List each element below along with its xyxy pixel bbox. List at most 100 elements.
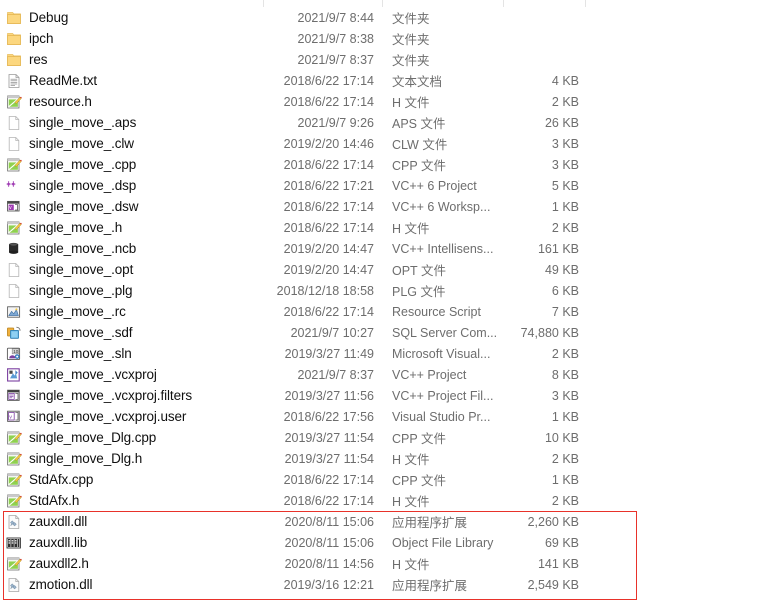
file-row[interactable]: single_move_.clw 2019/2/20 14:46 CLW 文件 3 K… — [0, 133, 758, 154]
file-name-cell[interactable]: single_move_.cpp — [0, 157, 263, 173]
file-name-cell[interactable]: single_move_.vcxproj.filters — [0, 388, 263, 404]
file-name-cell[interactable]: single_move_.h — [0, 220, 263, 236]
file-row[interactable]: single_move_.cpp 2018/6/22 17:14 CPP 文件 3 K… — [0, 154, 758, 175]
lib-icon — [6, 535, 22, 551]
file-size-cell: 3 KB — [551, 157, 579, 172]
file-name-cell[interactable]: ipch — [0, 31, 263, 47]
file-size-cell: 8 KB — [551, 367, 579, 382]
file-name-cell[interactable]: single_move_Dlg.cpp — [0, 430, 263, 446]
file-name-label: single_move_Dlg.cpp — [29, 430, 157, 445]
file-row[interactable]: single_move_.vcxproj.filters 2019/3/27 11… — [0, 385, 758, 406]
file-name-cell[interactable]: single_move_.plg — [0, 283, 263, 299]
file-row[interactable]: single_move_.h 2018/6/22 17:14 H 文件 2 KB — [0, 217, 758, 238]
file-name-cell[interactable]: single_move_.clw — [0, 136, 263, 152]
column-divider-size[interactable] — [585, 0, 586, 7]
file-name-cell[interactable]: zauxdll.dll — [0, 514, 263, 530]
file-name-cell[interactable]: single_move_.aps — [0, 115, 263, 131]
file-row[interactable]: StdAfx.h 2018/6/22 17:14 H 文件 2 KB — [0, 490, 758, 511]
file-name-cell[interactable]: single_move_Dlg.h — [0, 451, 263, 467]
file-type-cell: Visual Studio Pr... — [392, 409, 491, 424]
file-name-cell[interactable]: single_move_.rc — [0, 304, 263, 320]
file-date-cell: 2021/9/7 8:37 — [297, 52, 374, 67]
column-divider-date[interactable] — [382, 0, 383, 7]
file-name-cell[interactable]: single_move_.sdf — [0, 325, 263, 341]
file-row[interactable]: single_move_.plg 2018/12/18 18:58 PLG 文件 6 … — [0, 280, 758, 301]
file-date-cell: 2018/12/18 18:58 — [276, 283, 374, 298]
file-row[interactable]: single_move_.aps 2021/9/7 9:26 APS 文件 26 KB — [0, 112, 758, 133]
file-name-cell[interactable]: resource.h — [0, 94, 263, 110]
file-type-cell: 文件夹 — [392, 54, 430, 68]
file-row[interactable]: single_move_.vcxproj 2021/9/7 8:37 VC++ Pr… — [0, 364, 758, 385]
file-name-cell[interactable]: v single_move_.vcxproj.user — [0, 409, 263, 425]
file-date-cell: 2019/3/27 11:54 — [284, 451, 374, 466]
file-row[interactable]: single_move_.sdf 2021/9/7 10:27 SQL Server… — [0, 322, 758, 343]
file-name-label: ReadMe.txt — [29, 73, 98, 88]
file-row[interactable]: single_move_.rc 2018/6/22 17:14 Resource S… — [0, 301, 758, 322]
file-date-cell: 2018/6/22 17:14 — [283, 199, 374, 214]
file-name-label: single_move_.plg — [29, 283, 133, 298]
file-row[interactable]: StdAfx.cpp 2018/6/22 17:14 CPP 文件 1 KB — [0, 469, 758, 490]
file-name-label: Debug — [29, 10, 69, 25]
file-row[interactable]: ipch 2021/9/7 8:38 文件夹 — [0, 28, 758, 49]
file-name-cell[interactable]: Debug — [0, 10, 263, 26]
file-size-cell: 7 KB — [551, 304, 579, 319]
file-size-cell: 1 KB — [551, 409, 579, 424]
file-row[interactable]: zmotion.dll 2019/3/16 12:21 应用程序扩展 2,549 KB — [0, 574, 758, 595]
file-name-cell[interactable]: 10 single_move_.sln — [0, 346, 263, 362]
source-edit-icon — [6, 157, 22, 173]
file-name-cell[interactable]: single_move_.vcxproj — [0, 367, 263, 383]
folder-icon — [6, 52, 22, 68]
file-row[interactable]: v single_move_.dsw 2018/6/22 17:14 VC++ 6 W… — [0, 196, 758, 217]
file-name-cell[interactable]: zauxdll.lib — [0, 535, 263, 551]
file-row[interactable]: single_move_Dlg.h 2019/3/27 11:54 H 文件 2 KB — [0, 448, 758, 469]
file-row[interactable]: zauxdll.dll 2020/8/11 15:06 应用程序扩展 2,260 KB — [0, 511, 758, 532]
column-divider-type[interactable] — [503, 0, 504, 7]
file-name-cell[interactable]: single_move_.dsp — [0, 178, 263, 194]
file-size-cell: 2,549 KB — [527, 577, 579, 592]
file-row[interactable]: res 2021/9/7 8:37 文件夹 — [0, 49, 758, 70]
file-name-cell[interactable]: v single_move_.dsw — [0, 199, 263, 215]
file-date-cell: 2018/6/22 17:14 — [283, 220, 374, 235]
file-row[interactable]: zauxdll.lib 2020/8/11 15:06 Object File Li… — [0, 532, 758, 553]
source-edit-icon — [6, 472, 22, 488]
file-row[interactable]: 10 single_move_.sln 2019/3/27 11:49 Microso… — [0, 343, 758, 364]
file-type-cell: H 文件 — [392, 222, 430, 236]
file-date-cell: 2019/3/27 11:56 — [284, 388, 374, 403]
file-date-cell: 2021/9/7 8:44 — [297, 10, 374, 25]
column-divider-name[interactable] — [263, 0, 264, 7]
file-name-cell[interactable]: single_move_.ncb — [0, 241, 263, 257]
source-edit-icon — [6, 451, 22, 467]
file-name-label: single_move_.vcxproj.user — [29, 409, 187, 424]
file-type-cell: OPT 文件 — [392, 264, 446, 278]
file-row[interactable]: Debug 2021/9/7 8:44 文件夹 — [0, 7, 758, 28]
file-name-cell[interactable]: StdAfx.cpp — [0, 472, 263, 488]
file-row[interactable]: resource.h 2018/6/22 17:14 H 文件 2 KB — [0, 91, 758, 112]
file-name-cell[interactable]: res — [0, 52, 263, 68]
file-name-cell[interactable]: single_move_.opt — [0, 262, 263, 278]
file-name-cell[interactable]: zauxdll2.h — [0, 556, 263, 572]
file-row[interactable]: ReadMe.txt 2018/6/22 17:14 文本文档 4 KB — [0, 70, 758, 91]
file-row[interactable]: single_move_.dsp 2018/6/22 17:21 VC++ 6 Pr… — [0, 175, 758, 196]
file-name-label: single_move_.dsw — [29, 199, 139, 214]
file-name-label: single_move_.clw — [29, 136, 134, 151]
file-row[interactable]: v single_move_.vcxproj.user 2018/6/22 17:5… — [0, 406, 758, 427]
file-name-label: single_move_.sdf — [29, 325, 133, 340]
file-row[interactable]: zauxdll2.h 2020/8/11 14:56 H 文件 141 KB — [0, 553, 758, 574]
file-row[interactable]: single_move_.ncb 2019/2/20 14:47 VC++ Inte… — [0, 238, 758, 259]
file-list[interactable]: Debug 2021/9/7 8:44 文件夹 ipch 2021/9/7 8:38 文件… — [0, 7, 758, 595]
file-row[interactable]: single_move_.opt 2019/2/20 14:47 OPT 文件 49 … — [0, 259, 758, 280]
file-name-cell[interactable]: StdAfx.h — [0, 493, 263, 509]
folder-icon — [6, 10, 22, 26]
file-row[interactable]: single_move_Dlg.cpp 2019/3/27 11:54 CPP 文件… — [0, 427, 758, 448]
file-name-label: single_move_.vcxproj — [29, 367, 157, 382]
file-date-cell: 2021/9/7 9:26 — [297, 115, 374, 130]
dll-icon — [6, 514, 22, 530]
file-name-cell[interactable]: zmotion.dll — [0, 577, 263, 593]
file-type-cell: CPP 文件 — [392, 159, 446, 173]
file-date-cell: 2018/6/22 17:14 — [283, 304, 374, 319]
file-name-cell[interactable]: ReadMe.txt — [0, 73, 263, 89]
file-name-label: single_move_.rc — [29, 304, 126, 319]
file-size-cell: 141 KB — [537, 556, 579, 571]
file-date-cell: 2019/2/20 14:47 — [283, 241, 374, 256]
file-date-cell: 2019/3/27 11:54 — [284, 430, 374, 445]
